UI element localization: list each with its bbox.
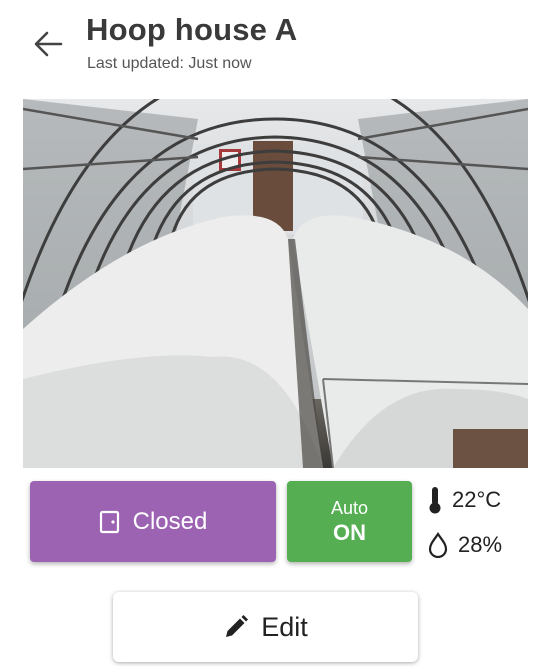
edit-label: Edit <box>261 611 308 642</box>
humidity-reading: 28% <box>428 529 502 561</box>
temperature-reading: 22°C <box>428 484 501 516</box>
auto-mode-state: ON <box>333 519 366 545</box>
last-updated-text: Last updated: Just now <box>87 55 252 72</box>
back-button[interactable] <box>30 26 66 62</box>
pencil-icon <box>226 615 249 637</box>
auto-mode-toggle[interactable]: Auto ON <box>287 481 412 562</box>
door-icon <box>99 510 119 533</box>
door-status-button[interactable]: Closed <box>30 481 276 562</box>
greenhouse-photo <box>23 99 528 468</box>
door-status-label: Closed <box>132 507 208 535</box>
app-header: Hoop house A Last updated: Just now <box>0 0 555 95</box>
temperature-value: 22°C <box>452 487 502 512</box>
humidity-value: 28% <box>458 532 503 557</box>
water-drop-icon <box>428 532 448 558</box>
arrow-left-icon <box>34 31 63 57</box>
page-title: Hoop house A <box>86 12 298 47</box>
auto-mode-label: Auto <box>330 497 369 518</box>
thermometer-icon <box>429 487 441 514</box>
edit-button[interactable]: Edit <box>113 592 418 662</box>
